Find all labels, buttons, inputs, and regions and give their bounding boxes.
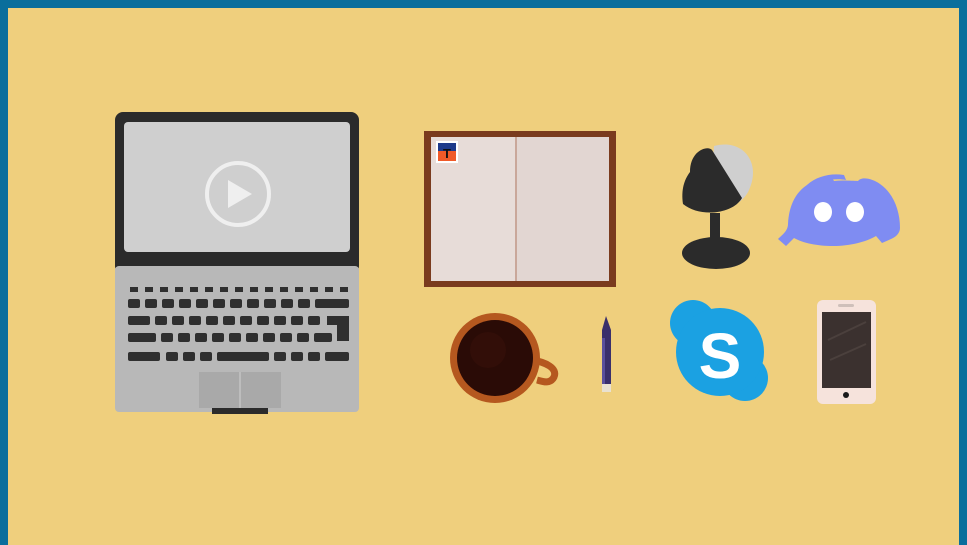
discord-icon xyxy=(778,174,900,246)
desk-lamp-icon xyxy=(682,144,754,269)
notebook-badge-letter: T xyxy=(443,146,451,161)
smartphone-icon xyxy=(817,300,876,404)
coffee-mug-icon xyxy=(450,313,559,403)
laptop-icon xyxy=(115,112,359,414)
laptop-touchpad xyxy=(199,372,281,414)
notebook-icon xyxy=(424,131,616,287)
desk-scene: T S xyxy=(115,112,900,414)
skype-logo-letter: S xyxy=(699,320,742,392)
pencil-icon xyxy=(602,316,611,392)
